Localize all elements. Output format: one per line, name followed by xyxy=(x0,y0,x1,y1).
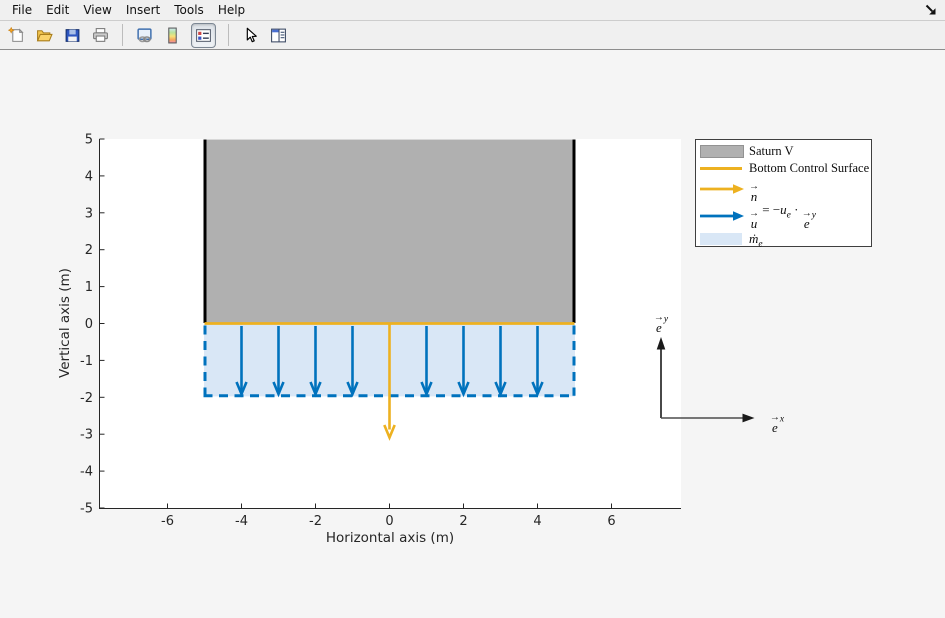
legend-label-bottom-control-surface: Bottom Control Surface xyxy=(749,161,869,176)
y-tick-label: -5 xyxy=(80,502,93,517)
legend-item-n-vector: →n xyxy=(696,176,871,202)
x-tick-label: 4 xyxy=(533,514,541,529)
math-text: = − xyxy=(759,202,780,217)
vector-letter: e xyxy=(804,217,810,230)
math-text: e xyxy=(758,239,762,249)
math-text: e xyxy=(787,210,791,220)
figure-plot-canvas: -6 -4 -2 0 2 4 6 5 4 3 2 1 0 -1 -2 -3 -4 -5 xyxy=(0,0,945,618)
y-tick-label: 3 xyxy=(85,206,93,221)
x-tick-label: 2 xyxy=(459,514,467,529)
y-tick-label: 1 xyxy=(85,280,93,295)
legend-label-m-dot-e: ṁe xyxy=(749,231,763,247)
math-text: x xyxy=(780,415,784,425)
math-text: y xyxy=(812,210,816,220)
legend-label-u-vector: →u = −ue · →ey xyxy=(749,202,816,230)
y-tick-label: -4 xyxy=(80,465,93,480)
legend-item-u-vector: →u = −ue · →ey xyxy=(696,202,871,229)
legend-item-bottom-control-surface: Bottom Control Surface xyxy=(696,160,871,176)
orange-arrow-swatch xyxy=(700,182,744,196)
x-axis-label: Horizontal axis (m) xyxy=(240,530,540,546)
vector-letter: u xyxy=(751,217,758,230)
legend-item-m-dot-e: ṁe xyxy=(696,229,871,248)
math-text: ṁ xyxy=(749,231,758,246)
x-tick-label: 0 xyxy=(385,514,393,529)
y-tick-label: -2 xyxy=(80,391,93,406)
ey-frame-label: →ey xyxy=(646,306,676,334)
legend-label-n-vector: →n xyxy=(749,175,759,203)
x-tick-label: -6 xyxy=(161,514,174,529)
y-tick-label: 0 xyxy=(85,317,93,332)
vector-letter: e xyxy=(656,321,662,334)
matlab-figure-window: { "notation": { "vector_arrow": "→" }, "… xyxy=(0,0,945,618)
math-text: · xyxy=(791,202,802,217)
y-axis-label: Vertical axis (m) xyxy=(57,220,77,426)
blue-arrow-swatch xyxy=(700,209,744,223)
legend-label-saturn-v: Saturn V xyxy=(749,144,794,159)
vector-letter: e xyxy=(772,421,778,434)
math-text: y xyxy=(664,315,668,325)
x-tick-label: 6 xyxy=(607,514,615,529)
orange-line-swatch xyxy=(700,167,742,170)
ex-frame-arrowhead xyxy=(743,414,755,423)
y-tick-label: 2 xyxy=(85,243,93,258)
ex-frame-label: →ex xyxy=(760,406,794,434)
gray-patch-swatch xyxy=(700,145,744,158)
y-tick-label: 4 xyxy=(85,169,93,184)
y-tick-label: -1 xyxy=(80,354,93,369)
x-tick-label: -2 xyxy=(309,514,322,529)
lightblue-patch-swatch xyxy=(700,233,742,245)
y-tick-label: 5 xyxy=(85,133,93,148)
rocket-body xyxy=(205,140,575,324)
legend[interactable]: Saturn VBottom Control Surface→n→u = −ue… xyxy=(695,139,872,247)
x-tick-label: -4 xyxy=(235,514,248,529)
y-tick-label: -3 xyxy=(80,428,93,443)
legend-item-saturn-v: Saturn V xyxy=(696,143,871,160)
